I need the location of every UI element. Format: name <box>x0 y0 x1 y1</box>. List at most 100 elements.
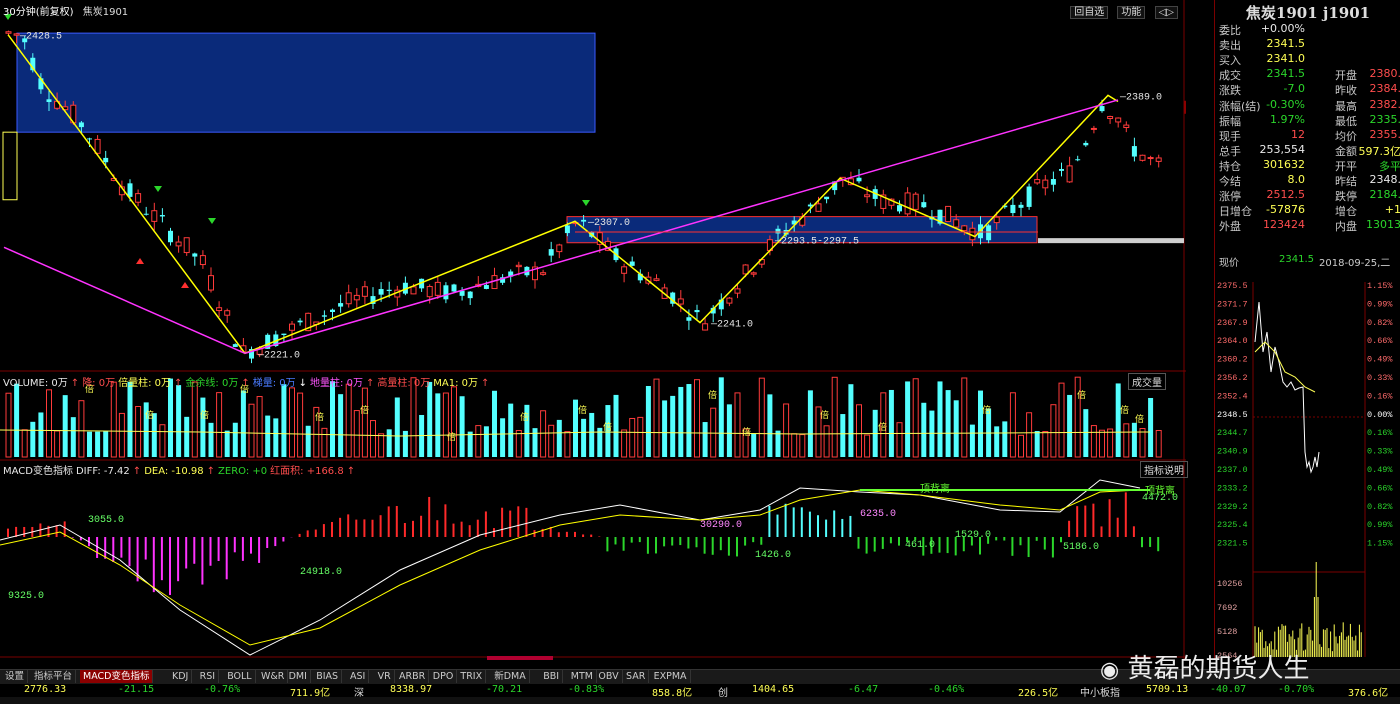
volume-bar <box>856 404 862 458</box>
volume-bar <box>176 385 182 457</box>
candle-up <box>1123 124 1130 129</box>
pane-title-part: 梯量: 0万 <box>252 378 296 389</box>
indicator-tab[interactable]: MTM <box>568 670 597 683</box>
candle-down <box>548 249 554 256</box>
candle-down <box>321 315 327 317</box>
indicator-tab[interactable]: TRIX <box>457 670 487 683</box>
volume-bar <box>483 426 489 457</box>
volume-bar <box>888 389 894 457</box>
volume-marker: 倍 <box>315 411 324 423</box>
candle-down <box>378 289 384 295</box>
volume-bar <box>200 397 206 457</box>
volume-bar <box>767 394 773 457</box>
candle-up <box>653 278 660 281</box>
macd-label: 1529.0 <box>955 530 991 541</box>
period-label[interactable]: 30分钟(前复权) <box>3 7 74 18</box>
volume-bar <box>87 431 92 457</box>
indicator-tab[interactable]: SAR <box>623 670 650 683</box>
volume-bar <box>184 416 190 457</box>
nav-arrows-button[interactable]: ◁▷ <box>1154 6 1178 19</box>
volume-bar <box>361 387 368 458</box>
indicator-tab[interactable]: MACD变色指标 <box>80 670 154 683</box>
indicator-tab[interactable]: ASI <box>347 670 370 683</box>
time-axis-label: 10:00 <box>20 658 49 660</box>
volume-bar <box>248 403 255 458</box>
candle-down <box>775 228 781 234</box>
quote-label: 总手 <box>1219 144 1241 158</box>
indicator-tab[interactable]: DPO <box>430 670 458 683</box>
index-value: -21.15 <box>118 684 155 695</box>
volume-bar <box>670 395 676 457</box>
candle-down <box>1083 142 1089 146</box>
candle-down <box>87 138 92 140</box>
candle-up <box>864 194 871 198</box>
index-value: -40.07 <box>1210 684 1247 695</box>
chart-canvas[interactable]: —2428.5 —2221.0 —2307.0 —2241.0 —2293.5-2297… <box>0 0 1186 660</box>
volume-bar <box>564 431 571 458</box>
index-value: 8338.97 <box>390 684 433 695</box>
volume-bar <box>912 378 919 458</box>
mini-price-line <box>1254 301 1320 474</box>
indicator-tab[interactable]: VR <box>375 670 395 683</box>
indicator-help-button[interactable]: 指标说明 <box>1140 461 1188 478</box>
function-button[interactable]: 功能 <box>1117 6 1146 19</box>
volume-bar <box>686 384 692 457</box>
volume-marker: 倍 <box>982 404 991 416</box>
index-value: -6.47 <box>848 684 879 695</box>
volume-bar <box>378 433 385 458</box>
quote-label: 卖出 <box>1219 39 1241 53</box>
indicator-tab[interactable]: BIAS <box>313 670 343 683</box>
indicator-tab[interactable]: RSI <box>197 670 220 683</box>
volume-bar <box>994 426 1000 457</box>
volume-marker: 倍 <box>1135 413 1144 425</box>
indicator-tab[interactable]: BBI <box>540 670 564 683</box>
candle-up <box>742 264 749 275</box>
intraday-mini-chart[interactable]: 2375.5 1.15% 2371.7 0.99% 2367.9 0.82% 2364.0 0… <box>1215 272 1400 660</box>
quote-label: 最低 <box>1335 114 1357 128</box>
indicator-tab[interactable]: DMI <box>286 670 311 683</box>
volume-bar <box>103 430 109 457</box>
indicator-tab[interactable]: W&R <box>258 670 289 683</box>
candle-up <box>556 244 563 253</box>
volume-bar <box>1002 421 1008 457</box>
quote-value: -57876 <box>1266 203 1305 217</box>
volume-bar <box>442 392 449 458</box>
mini-volume-axis-label: 5128 <box>1217 627 1237 637</box>
candle-up <box>677 298 684 305</box>
indicator-tab[interactable]: BOLL <box>224 670 256 683</box>
mini-right-axis-label: 0.66% <box>1367 483 1393 493</box>
volume-button[interactable]: 成交量 <box>1128 373 1166 390</box>
indicator-tab[interactable]: 指标平台 <box>31 670 77 683</box>
indicator-tab[interactable]: 新DMA <box>491 670 530 683</box>
marker-box <box>2 131 18 201</box>
volume-bar <box>718 377 724 457</box>
volume-bar <box>110 381 117 458</box>
indicator-tab[interactable]: 设置 <box>2 670 29 683</box>
quote-label: 内盘 <box>1335 220 1357 234</box>
indicator-tab[interactable]: ARBR <box>396 670 430 683</box>
volume-bar <box>978 390 983 457</box>
mini-left-axis-label: 2337.0 <box>1217 465 1248 475</box>
indicator-tab[interactable]: OBV <box>595 670 623 683</box>
quote-value: +1 <box>1384 203 1400 217</box>
candle-up <box>353 294 360 301</box>
volume-bar <box>168 378 173 457</box>
candle-down <box>564 225 570 234</box>
back-to-watchlist-button[interactable]: 回自选 <box>1070 6 1109 19</box>
volume-bar <box>945 390 951 457</box>
volume-bar <box>281 384 287 457</box>
chart-area[interactable]: —2428.5 —2221.0 —2307.0 —2241.0 —2293.5-2297… <box>0 0 1186 660</box>
candle-up <box>1066 165 1073 183</box>
candle-up <box>5 31 12 34</box>
quote-value: 2512.5 <box>1266 188 1306 202</box>
candle-down <box>824 196 830 200</box>
indicator-tab[interactable]: KDJ <box>169 670 193 683</box>
candle-up <box>515 264 522 268</box>
candle-up <box>434 281 441 296</box>
pane-title-part: ↑ <box>346 466 356 477</box>
indicator-tab[interactable]: EXPMA <box>651 670 691 683</box>
candle-down <box>1050 179 1056 185</box>
volume-bar <box>896 422 903 458</box>
pane-title-part: 金余线: 0万 <box>185 378 239 389</box>
signal-arrow <box>181 282 189 288</box>
